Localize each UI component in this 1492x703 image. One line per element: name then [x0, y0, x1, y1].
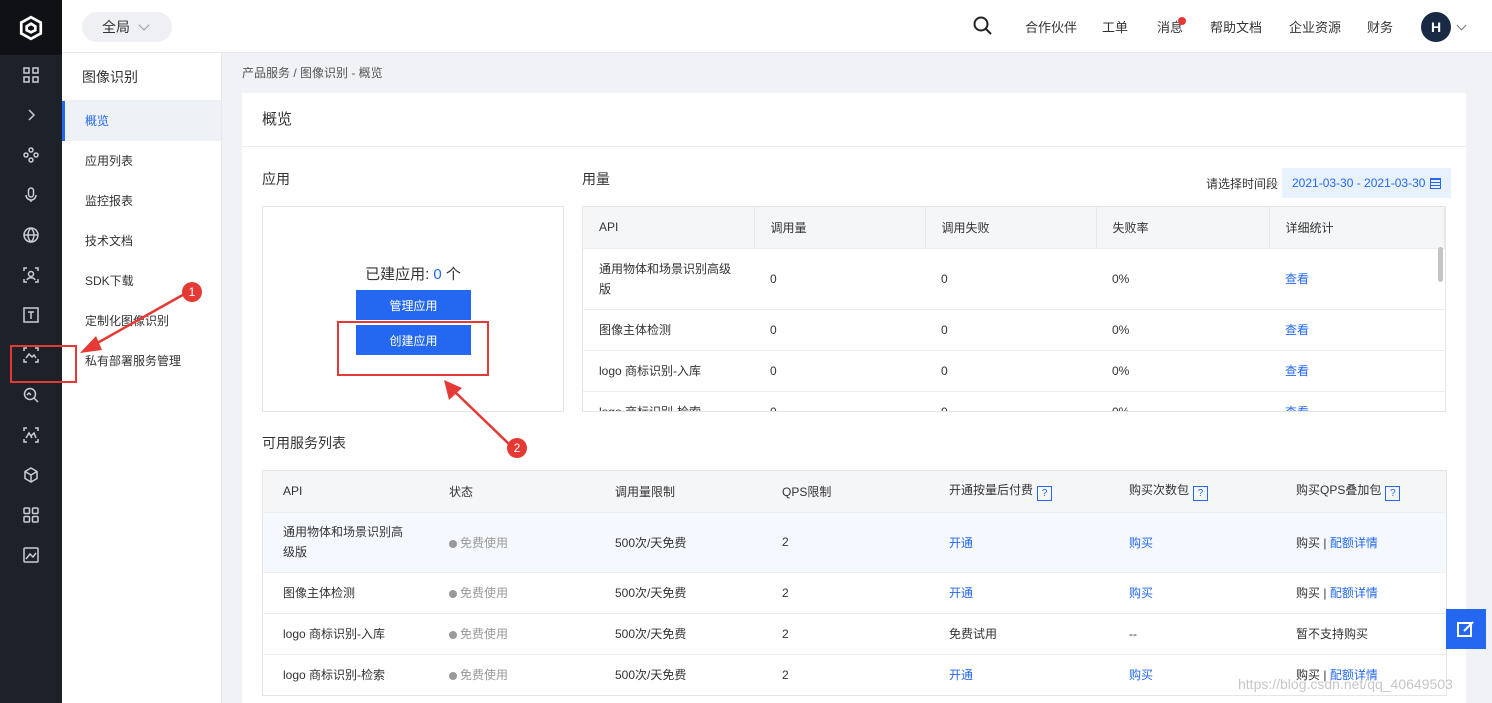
table-row: 图像主体检测 免费使用 500次/天免费 2 开通 购买 购买 | 配额详情: [263, 571, 1446, 613]
usage-col-details: 详细统计: [1269, 207, 1445, 248]
not-supported-label: 暂不支持购买: [1276, 612, 1446, 654]
table-row: logo 商标识别-检索 0 0 0% 查看: [583, 390, 1445, 411]
sidebar-item-docs[interactable]: 技术文档: [62, 221, 221, 261]
avatar[interactable]: H: [1421, 12, 1451, 42]
help-icon[interactable]: ?: [1385, 486, 1401, 502]
scope-selector[interactable]: 全局: [82, 12, 172, 42]
table-row: 通用物体和场景识别高级版 免费使用 500次/天免费 2 开通 购买 购买 | …: [263, 511, 1446, 572]
nav-finance[interactable]: 财务: [1367, 17, 1393, 36]
sidebar-title: 图像识别: [62, 53, 221, 101]
chevron-down-icon: [138, 19, 150, 31]
calendar-icon: [1430, 177, 1442, 189]
face-scan-icon[interactable]: [0, 255, 62, 295]
buy-pack-link[interactable]: 购买: [1129, 536, 1153, 550]
table-row: 通用物体和场景识别高级版 0 0 0% 查看: [583, 247, 1445, 309]
status-dot: [449, 539, 457, 548]
nav-tickets[interactable]: 工单: [1102, 17, 1128, 36]
status-dot: [449, 672, 457, 681]
chevron-down-icon[interactable]: [1456, 20, 1467, 31]
breadcrumb: 产品服务 / 图像识别 - 概览: [242, 66, 383, 80]
usage-col-api: API: [583, 207, 755, 248]
apps-section-label: 应用: [262, 171, 290, 187]
table-row: logo 商标识别-入库 免费使用 500次/天免费 2 免费试用 -- 暂不支…: [263, 612, 1446, 654]
top-header: 全局 合作伙伴 工单 消息 帮助文档 企业资源 财务 H: [62, 0, 1492, 53]
svc-col-qps-pack: 购买QPS叠加包?: [1276, 471, 1446, 512]
services-table: API 状态 调用量限制 QPS限制 开通按量后付费? 购买次数包? 购买QPS…: [262, 470, 1447, 696]
globe-icon[interactable]: [0, 215, 62, 255]
apps-panel: 已建应用: 0 个 管理应用 创建应用: [262, 206, 564, 412]
buy-qps-label[interactable]: 购买: [1296, 536, 1320, 550]
sidebar-item-app-list[interactable]: 应用列表: [62, 141, 221, 181]
product-sidebar: 图像识别 概览 应用列表 监控报表 技术文档 SDK下载 定制化图像识别 私有部…: [62, 53, 222, 703]
network-icon[interactable]: [0, 135, 62, 175]
buy-pack-link[interactable]: 购买: [1129, 668, 1153, 682]
table-row: 图像主体检测 0 0 0% 查看: [583, 308, 1445, 350]
help-icon[interactable]: ?: [1193, 486, 1209, 502]
nav-enterprise-resources[interactable]: 企业资源: [1289, 17, 1341, 36]
manage-apps-button[interactable]: 管理应用: [356, 290, 471, 320]
scope-label: 全局: [102, 19, 130, 35]
image-gallery-icon[interactable]: [0, 535, 62, 575]
svc-col-status: 状态: [429, 471, 595, 512]
created-app-count: 已建应用: 0 个: [365, 266, 461, 283]
enable-postpay-link[interactable]: 开通: [949, 668, 973, 682]
annotation-badge-2: 2: [507, 438, 527, 458]
overview-card: 概览 应用 已建应用: 0 个 管理应用 创建应用 用量 请选择时间段 2021…: [242, 93, 1466, 703]
page-title: 概览: [242, 93, 1466, 147]
annotation-highlight-rail: [10, 345, 77, 383]
status-dot: [449, 590, 457, 598]
watermark: https://blog.csdn.net/qq_40649503: [1238, 676, 1453, 692]
free-trial-label: 免费试用: [929, 612, 1109, 654]
time-range-label: 请选择时间段: [1206, 177, 1279, 191]
sidebar-item-private-deploy[interactable]: 私有部署服务管理: [62, 341, 221, 381]
annotation-badge-1: 1: [182, 282, 202, 302]
grid-icon[interactable]: [0, 55, 62, 95]
enable-postpay-link[interactable]: 开通: [949, 586, 973, 600]
usage-col-calls: 调用量: [754, 207, 926, 248]
image-effect-icon[interactable]: [0, 415, 62, 455]
view-details-link[interactable]: 查看: [1285, 405, 1309, 411]
help-icon[interactable]: ?: [1037, 486, 1053, 502]
usage-col-failures: 调用失败: [925, 207, 1097, 248]
apps-icon[interactable]: [0, 495, 62, 535]
usage-col-fail-rate: 失败率: [1096, 207, 1270, 248]
edit-icon: [1457, 621, 1474, 637]
nav-help-docs[interactable]: 帮助文档: [1210, 17, 1262, 36]
feedback-button[interactable]: [1446, 609, 1486, 649]
notification-dot: [1178, 17, 1186, 25]
svc-col-limit: 调用量限制: [595, 471, 762, 512]
search-icon[interactable]: [973, 16, 993, 36]
svc-col-pack: 购买次数包?: [1109, 471, 1276, 512]
sidebar-item-overview[interactable]: 概览: [62, 101, 221, 141]
table-scrollbar[interactable]: [1438, 247, 1443, 282]
expand-chevron-icon[interactable]: [0, 95, 62, 135]
sidebar-item-monitor[interactable]: 监控报表: [62, 181, 221, 221]
usage-table: API 调用量 调用失败 失败率 详细统计 通用物体和场景识别高级版 0 0 0…: [582, 206, 1446, 412]
logo-icon[interactable]: [0, 0, 62, 55]
view-details-link[interactable]: 查看: [1285, 364, 1309, 378]
quota-details-link[interactable]: 配额详情: [1330, 586, 1378, 600]
services-section-label: 可用服务列表: [262, 435, 346, 451]
svc-col-postpay: 开通按量后付费?: [929, 471, 1109, 512]
quota-details-link[interactable]: 配额详情: [1330, 536, 1378, 550]
sidebar-item-custom[interactable]: 定制化图像识别: [62, 301, 221, 341]
model-cube-icon[interactable]: [0, 455, 62, 495]
buy-qps-label[interactable]: 购买: [1296, 586, 1320, 600]
buy-pack-link[interactable]: 购买: [1129, 586, 1153, 600]
view-details-link[interactable]: 查看: [1285, 323, 1309, 337]
svc-col-api: API: [263, 471, 429, 512]
status-dot: [449, 631, 457, 639]
nav-partners[interactable]: 合作伙伴: [1025, 17, 1077, 36]
text-recognition-icon[interactable]: [0, 295, 62, 335]
usage-section-label: 用量: [582, 171, 610, 187]
table-row: logo 商标识别-入库 0 0 0% 查看: [583, 349, 1445, 391]
date-range-picker[interactable]: 2021-03-30 - 2021-03-30: [1282, 168, 1452, 198]
microphone-icon[interactable]: [0, 175, 62, 215]
enable-postpay-link[interactable]: 开通: [949, 536, 973, 550]
view-details-link[interactable]: 查看: [1285, 272, 1309, 286]
svc-col-qps: QPS限制: [762, 471, 929, 512]
annotation-highlight-create: [337, 321, 489, 376]
date-range-value: 2021-03-30 - 2021-03-30: [1292, 176, 1426, 190]
